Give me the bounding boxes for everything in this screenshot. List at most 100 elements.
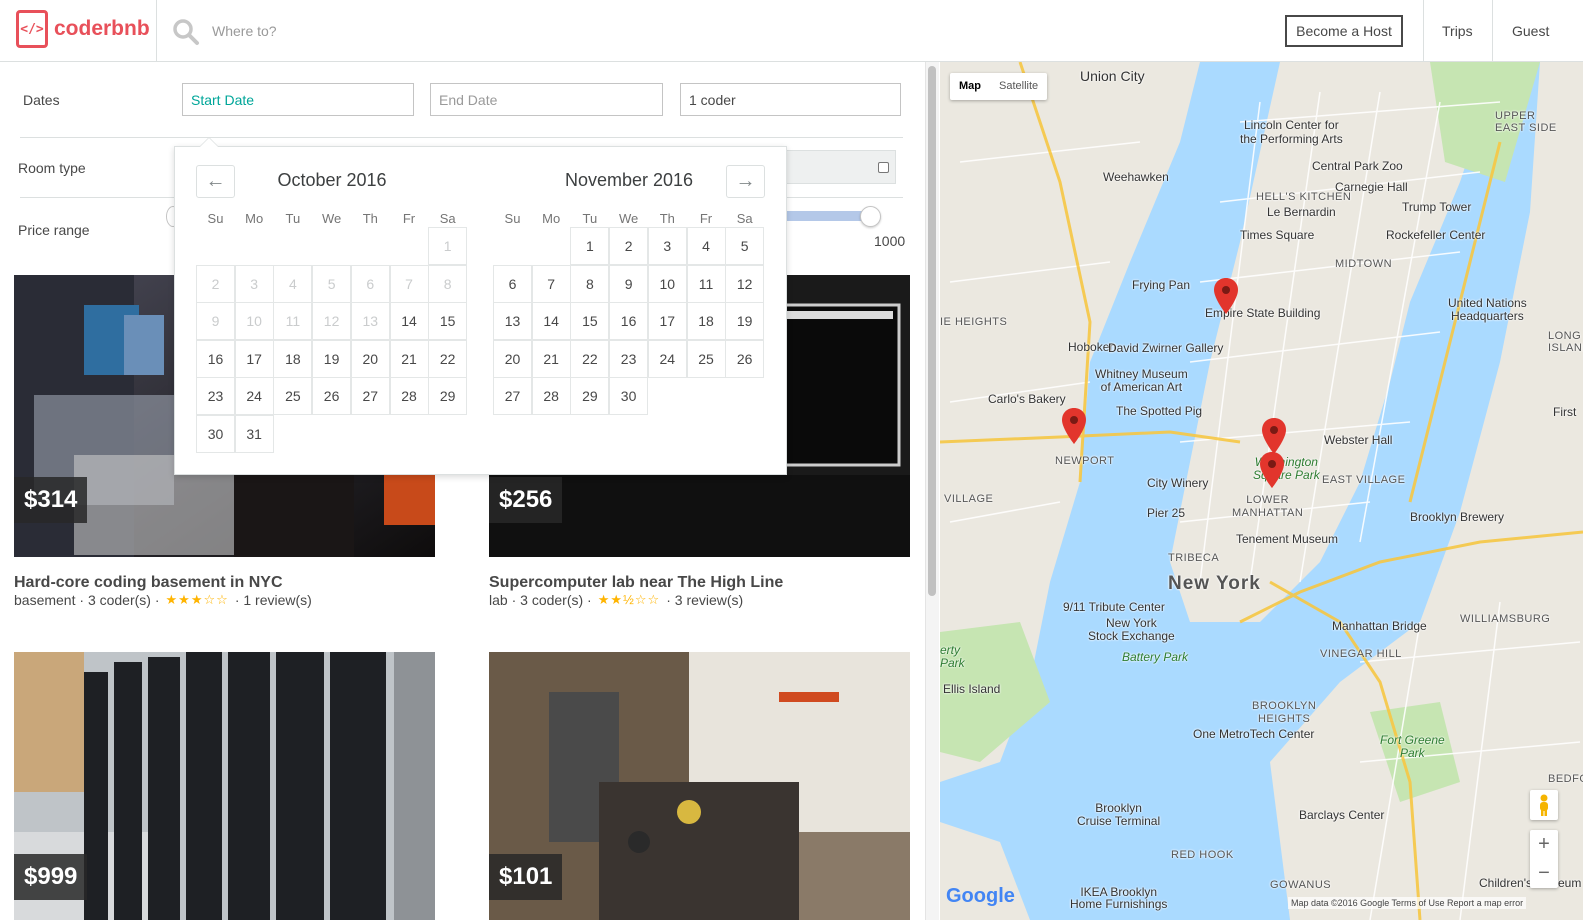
calendar-day[interactable]: 13	[493, 302, 532, 340]
scrollbar-thumb[interactable]	[928, 66, 936, 596]
map-pin-icon[interactable]	[1260, 452, 1284, 488]
zoom-out-button[interactable]: −	[1530, 859, 1558, 888]
calendar-day[interactable]: 25	[686, 339, 726, 378]
weekday-label: Sa	[736, 211, 753, 226]
map-pin-icon[interactable]	[1214, 278, 1238, 314]
calendar-day: 9	[196, 302, 235, 340]
calendar-day[interactable]: 28	[389, 377, 429, 415]
map-type-satellite[interactable]: Satellite	[990, 73, 1047, 100]
end-date-field[interactable]: End Date	[430, 83, 663, 116]
map-type-map[interactable]: Map	[950, 73, 990, 100]
calendar-day[interactable]: 19	[312, 339, 352, 378]
calendar-day[interactable]: 28	[531, 377, 571, 415]
calendar-day[interactable]: 18	[686, 302, 726, 340]
calendar-day[interactable]: 11	[686, 264, 726, 303]
calendar-day[interactable]: 15	[570, 302, 610, 340]
calendar-day[interactable]: 16	[609, 302, 649, 340]
price-tag: $101	[489, 854, 563, 900]
map-label: Pier 25	[1147, 506, 1186, 520]
calendar-day[interactable]: 17	[234, 339, 274, 378]
calendar-day[interactable]: 8	[570, 264, 610, 303]
room-type-option[interactable]	[785, 150, 896, 184]
price-slider-track[interactable]	[785, 211, 871, 221]
listing-title[interactable]: Supercomputer lab near The High Line	[489, 574, 783, 592]
weekday-label: Su	[207, 211, 224, 226]
calendar-day[interactable]: 25	[273, 377, 313, 415]
calendar-day[interactable]: 2	[609, 227, 649, 265]
calendar-day[interactable]: 4	[686, 227, 726, 265]
calendar-day: 8	[428, 264, 468, 303]
guests-field[interactable]: 1 coder	[680, 83, 901, 116]
map-label: Frying Pan	[1132, 278, 1191, 292]
calendar-day[interactable]: 24	[234, 377, 274, 415]
map-label: Weehawken	[1103, 170, 1169, 184]
calendar-day[interactable]: 14	[531, 302, 571, 340]
price-max-handle[interactable]	[860, 206, 881, 227]
map-pin-icon[interactable]	[1262, 418, 1286, 454]
calendar-day[interactable]: 29	[570, 377, 610, 415]
weekday-label: Th	[659, 211, 675, 226]
weekday-label: We	[321, 211, 342, 226]
calendar-day[interactable]: 20	[350, 339, 390, 378]
calendar-day[interactable]: 5	[725, 227, 765, 265]
price-range-label: Price range	[18, 222, 90, 238]
top-nav: </> coderbnb Become a Host Trips Guest	[0, 0, 1583, 62]
listing-type: basement	[14, 592, 76, 608]
calendar-day[interactable]: 16	[196, 339, 235, 378]
trips-link[interactable]: Trips	[1442, 23, 1473, 39]
calendar-day[interactable]: 6	[493, 264, 532, 303]
calendar-day[interactable]: 23	[609, 339, 649, 378]
calendar-day[interactable]: 29	[428, 377, 468, 415]
map[interactable]: Union City UPPER EAST SIDE Lincoln Cente…	[940, 62, 1583, 920]
calendar-day[interactable]: 23	[196, 377, 235, 415]
become-host-button[interactable]: Become a Host	[1285, 15, 1403, 47]
pegman-icon[interactable]	[1530, 790, 1558, 820]
search-input[interactable]	[212, 20, 612, 42]
calendar-day[interactable]: 31	[234, 414, 274, 453]
zoom-in-button[interactable]: +	[1530, 830, 1558, 859]
map-label: Union City	[1080, 68, 1145, 84]
calendar-day[interactable]: 19	[725, 302, 765, 340]
map-label: TRIBECA	[1168, 552, 1220, 564]
calendar-day[interactable]: 30	[609, 377, 649, 415]
calendar-day[interactable]: 17	[647, 302, 687, 340]
calendar-day[interactable]: 26	[725, 339, 765, 378]
calendar-day[interactable]: 12	[725, 264, 765, 303]
calendar-day[interactable]: 21	[389, 339, 429, 378]
calendar-day[interactable]: 10	[647, 264, 687, 303]
calendar-day[interactable]: 22	[570, 339, 610, 378]
calendar-day[interactable]: 30	[196, 414, 235, 453]
calendar-day[interactable]: 26	[312, 377, 352, 415]
calendar-day[interactable]: 9	[609, 264, 649, 303]
calendar-day[interactable]: 1	[570, 227, 610, 265]
map-label: Le Bernardin	[1267, 205, 1336, 219]
calendar-day[interactable]: 24	[647, 339, 687, 378]
divider	[156, 0, 157, 62]
calendar-day[interactable]: 15	[428, 302, 468, 340]
calendar-day[interactable]: 14	[389, 302, 429, 340]
room-type-checkbox[interactable]	[878, 162, 889, 173]
calendar-day[interactable]: 27	[350, 377, 390, 415]
map-label: New York	[1168, 573, 1261, 594]
map-label: Webster Hall	[1324, 433, 1393, 447]
calendar-day[interactable]: 3	[647, 227, 687, 265]
calendar-day[interactable]: 22	[428, 339, 468, 378]
calendar-day: 13	[350, 302, 390, 340]
calendar-day[interactable]: 18	[273, 339, 313, 378]
calendar-day[interactable]: 27	[493, 377, 532, 415]
code-icon: </>	[16, 10, 48, 48]
calendar-day[interactable]: 21	[531, 339, 571, 378]
start-date-field[interactable]: Start Date	[182, 83, 414, 116]
map-pin-icon[interactable]	[1062, 408, 1086, 444]
listing-photo[interactable]: $999	[14, 652, 435, 920]
calendar-day[interactable]: 7	[531, 264, 571, 303]
listing-type: lab	[489, 592, 508, 608]
listing-photo[interactable]: $101	[489, 652, 910, 920]
guest-link[interactable]: Guest	[1512, 23, 1549, 39]
star-rating: ★★★☆☆	[165, 592, 229, 607]
logo[interactable]: </> coderbnb	[16, 10, 150, 48]
weekday-label: Mo	[542, 211, 561, 226]
listing-title[interactable]: Hard-core coding basement in NYC	[14, 574, 283, 592]
weekday-label: Sa	[439, 211, 456, 226]
calendar-day[interactable]: 20	[493, 339, 532, 378]
